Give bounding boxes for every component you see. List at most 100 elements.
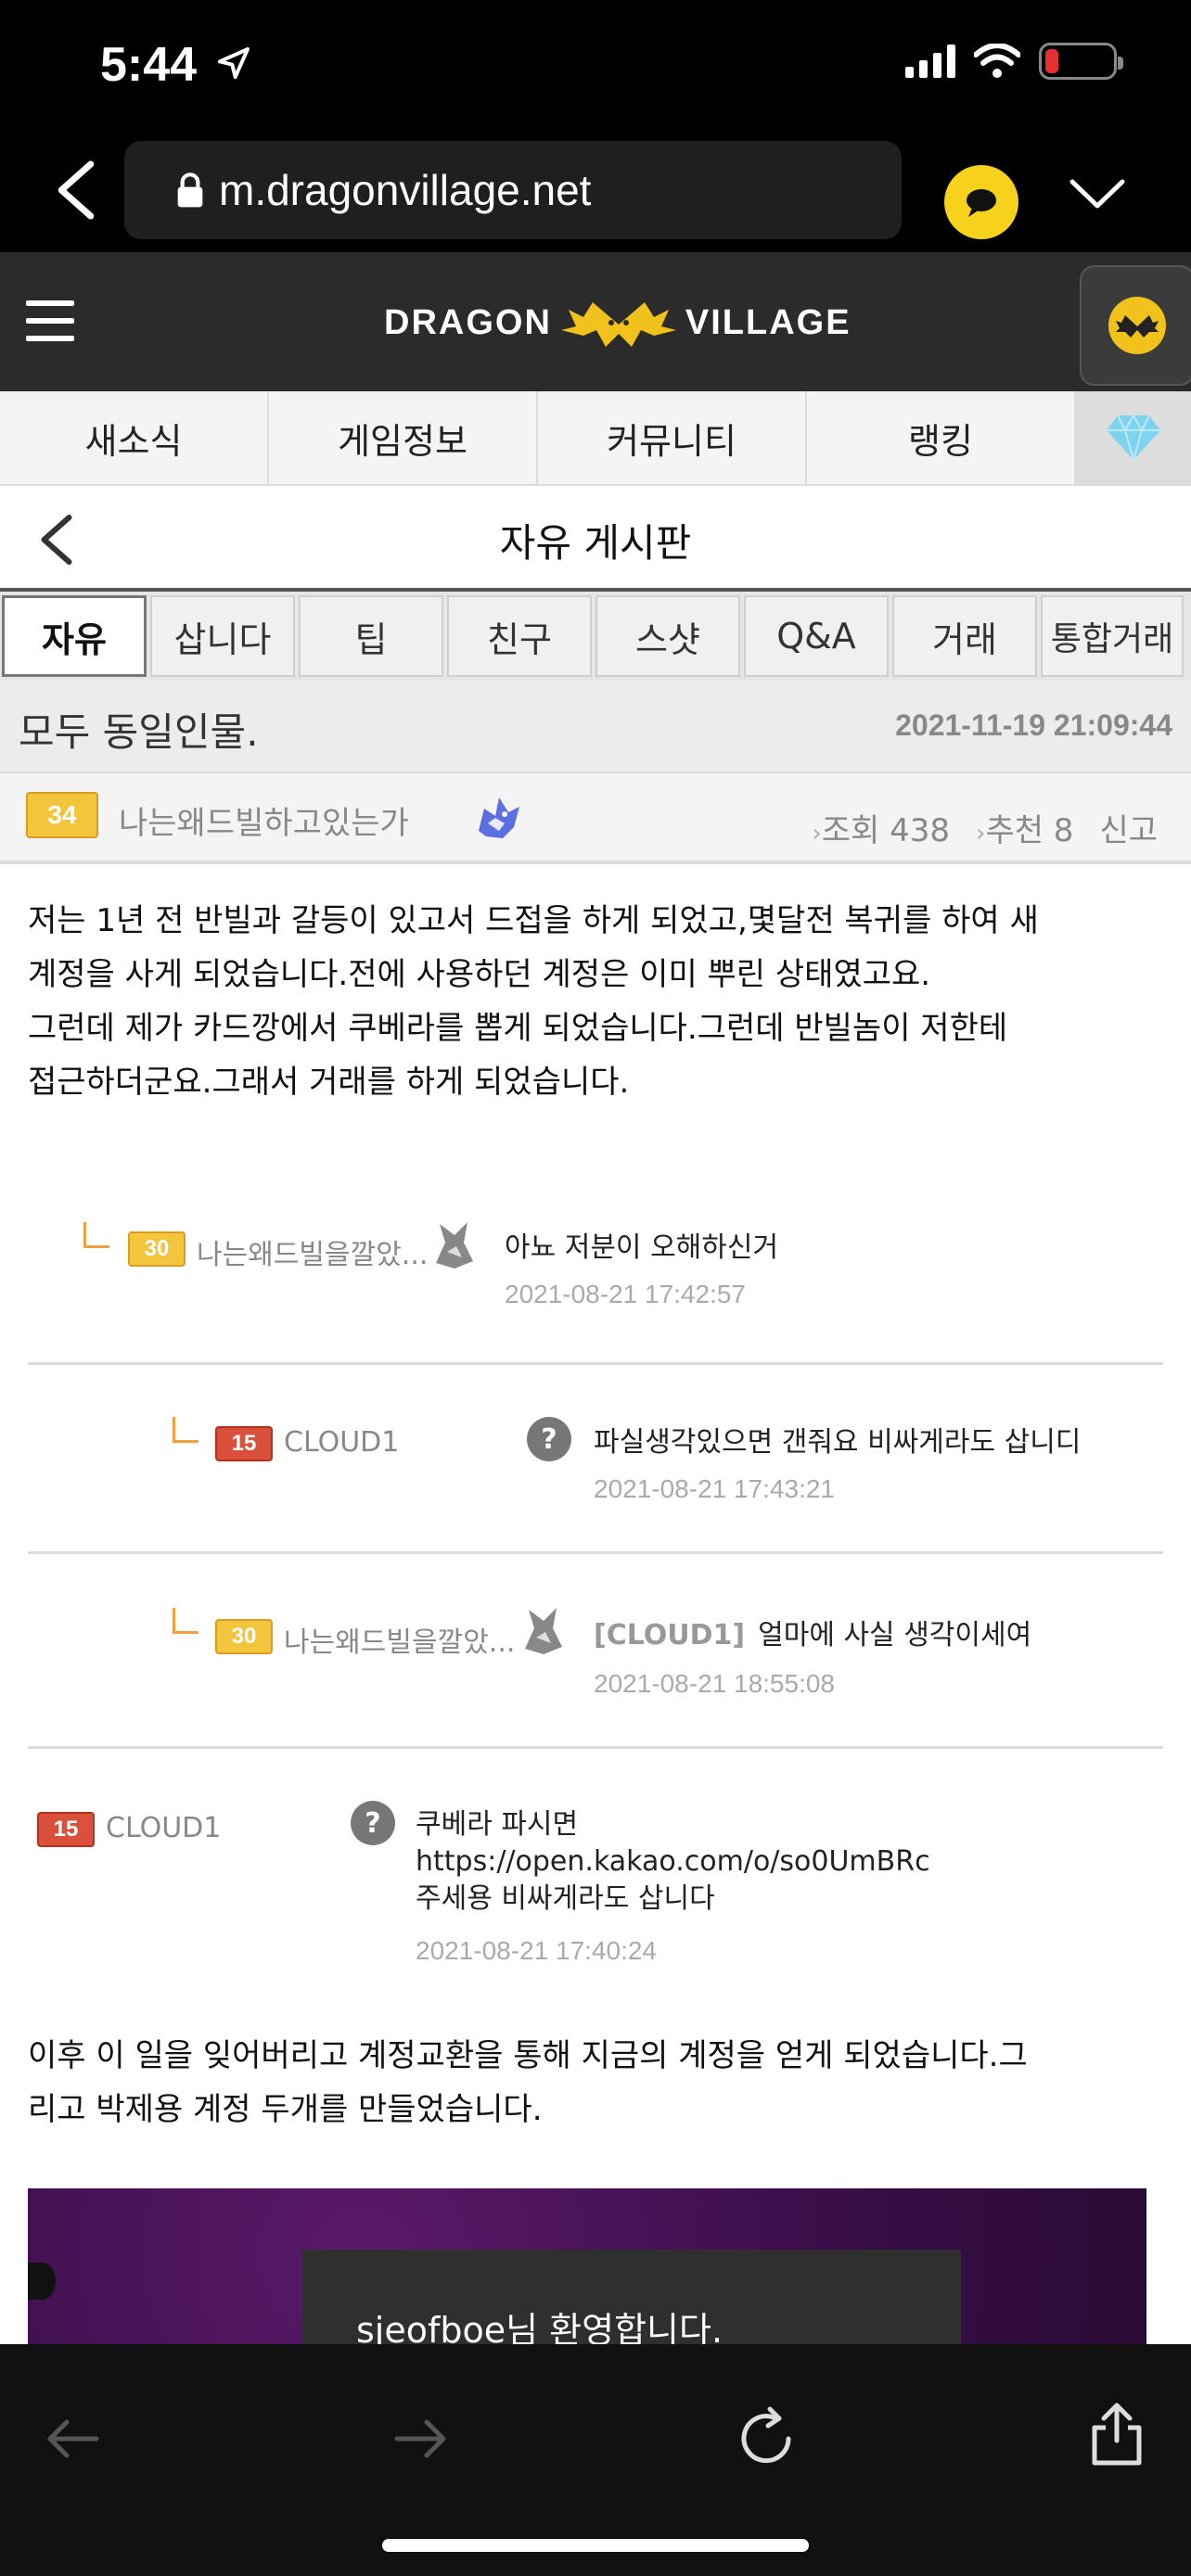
post-body: 저는 1년 전 반빌과 갈등이 있고서 드접을 하게 되었고,몇달전 복귀를 하… <box>28 894 1169 1109</box>
chat-bubble-icon <box>967 189 996 217</box>
comment-level-badge: 30 <box>215 1619 273 1654</box>
reload-icon[interactable] <box>733 2405 800 2472</box>
report-link[interactable]: 신고 <box>1099 805 1158 850</box>
comment-avatar-icon <box>525 1608 562 1654</box>
comment-text: 아뇨 저분이 오해하신거 <box>505 1231 779 1264</box>
back-arrow-icon[interactable] <box>33 512 80 567</box>
diamond-icon <box>1107 414 1160 462</box>
site-header: DRAGON VILLAGE <box>0 252 1191 391</box>
body-line: 계정을 사게 되었습니다.전에 사용하던 계정은 이미 뿌린 상태였고요. <box>28 956 931 993</box>
author-level-badge: 34 <box>26 792 98 838</box>
welcome-box: sjeofboe님 환영합니다. <box>302 2250 961 2346</box>
body-line: 이후 이 일을 잊어버리고 계정교환을 통해 지금의 계정을 얻게 되었습니다.… <box>28 2037 1028 2074</box>
comment-mention: [CLOUD1] <box>594 1619 746 1651</box>
category-tabs: 자유 삽니다 팁 친구 스샷 Q&A 거래 통합거래 <box>0 592 1191 681</box>
reply-arrow-icon <box>83 1222 109 1248</box>
comment-date: 2021-08-21 17:42:57 <box>505 1280 746 1308</box>
tab-buy[interactable]: 삽니다 <box>150 595 295 677</box>
post-stats: 조회 438 추천 8 신고 <box>812 805 1158 850</box>
comment-author: 나는왜드빌을깔았... <box>284 1626 516 1659</box>
wifi-icon <box>974 44 1020 78</box>
status-time: 5:44 <box>100 38 198 92</box>
nav-game-info[interactable]: 게임정보 <box>269 391 538 484</box>
dragon-eye-decoration <box>28 2263 56 2300</box>
comment-text: 파실생각있으면 갠줘요 비싸게라도 삽니디 <box>594 1426 1082 1459</box>
tab-free[interactable]: 자유 <box>2 595 147 677</box>
tab-screenshots[interactable]: 스샷 <box>596 595 740 677</box>
body-line: 리고 박제용 계정 두개를 만들었습니다. <box>28 2091 543 2128</box>
browser-url-bar: m.dragonvillage.net <box>0 130 1191 252</box>
comment-avatar-icon <box>436 1222 473 1269</box>
comment-date: 2021-08-21 17:40:24 <box>416 1936 657 1965</box>
reply-arrow-icon <box>173 1608 198 1634</box>
nav-ranking[interactable]: 랭킹 <box>807 391 1076 484</box>
tab-trade[interactable]: 거래 <box>892 595 1037 677</box>
board-title-bar: 자유 게시판 <box>0 486 1191 592</box>
logo-text-right: VILLAGE <box>685 302 852 342</box>
reply-arrow-icon <box>173 1417 198 1443</box>
status-indicators <box>905 43 1123 80</box>
battery-icon <box>1039 43 1123 80</box>
view-count: 조회 438 <box>812 805 950 850</box>
location-arrow-icon <box>218 47 250 79</box>
status-bar: 5:44 <box>0 0 1191 130</box>
comment-date: 2021-08-21 18:55:08 <box>594 1669 835 1698</box>
comment-author: CLOUD1 <box>284 1426 400 1459</box>
nav-community[interactable]: 커뮤니티 <box>538 391 807 484</box>
post-author[interactable]: 나는왜드빌하고있는가 <box>119 797 409 843</box>
comment-text-body: 얼마에 사실 생각이세여 <box>758 1619 1032 1651</box>
menu-hamburger-icon[interactable] <box>26 300 74 341</box>
body-line: 접근하더군요.그래서 거래를 하게 되었습니다. <box>28 1064 630 1101</box>
post-header: 모두 동일인물. 2021-11-19 21:09:44 <box>0 681 1191 773</box>
tab-friends[interactable]: 친구 <box>447 595 592 677</box>
dragon-wings-icon <box>560 302 676 347</box>
comment-screenshot-1: 30 나는왜드빌을깔았... 아뇨 저분이 오해하신거 2021-08-21 1… <box>28 1196 1163 1365</box>
logo-text-left: DRAGON <box>384 302 552 342</box>
lock-icon <box>177 172 203 208</box>
embedded-game-screenshot: sjeofboe님 환영합니다. <box>28 2188 1146 2346</box>
post-meta: 34 나는왜드빌하고있는가 조회 438 추천 8 신고 <box>0 773 1191 864</box>
comment-author: 나는왜드빌을깔았... <box>197 1239 429 1271</box>
comment-screenshot-3: 30 나는왜드빌을깔았... [CLOUD1] 얼마에 사실 생각이세여 2021… <box>28 1554 1163 1749</box>
chevron-down-icon[interactable] <box>1065 167 1130 223</box>
tab-integrated-trade[interactable]: 통합거래 <box>1041 595 1184 677</box>
body-line: 저는 1년 전 반빌과 갈등이 있고서 드접을 하게 되었고,몇달전 복귀를 하… <box>28 902 1039 939</box>
url-text: m.dragonvillage.net <box>219 166 592 214</box>
dragon-village-logo[interactable]: DRAGON VILLAGE <box>384 293 852 352</box>
comment-screenshot-4: 15 CLOUD1 ? 쿠베라 파시면 https://open.kakao.c… <box>28 1749 1163 1990</box>
comment-text: [CLOUD1] 얼마에 사실 생각이세여 <box>594 1617 1031 1654</box>
share-icon[interactable] <box>1083 2400 1150 2467</box>
profile-button[interactable] <box>1080 265 1191 386</box>
recommend-count[interactable]: 추천 8 <box>976 805 1073 850</box>
comment-line: 쿠베라 파시면 <box>416 1808 579 1841</box>
comment-level-badge: 15 <box>37 1812 95 1847</box>
author-dragon-avatar-icon <box>479 797 519 838</box>
comment-line: 주세용 비싸게라도 삽니다 <box>416 1882 715 1915</box>
toolbar-back-icon[interactable] <box>39 2405 106 2472</box>
tab-tips[interactable]: 팁 <box>299 595 443 677</box>
welcome-text: sjeofboe님 환영합니다. <box>356 2310 724 2346</box>
cellular-signal-icon <box>905 45 955 78</box>
profile-dragon-icon <box>1108 297 1166 354</box>
toolbar-forward-icon[interactable] <box>388 2405 455 2472</box>
comment-level-badge: 15 <box>215 1426 273 1461</box>
comment-date: 2021-08-21 17:43:21 <box>594 1474 835 1503</box>
comment-line: https://open.kakao.com/o/so0UmBRc <box>416 1845 930 1878</box>
nav-news[interactable]: 새소식 <box>0 391 269 484</box>
browser-back-icon[interactable] <box>48 158 104 223</box>
chat-bubble-button[interactable] <box>944 165 1018 239</box>
comment-text: 쿠베라 파시면 https://open.kakao.com/o/so0UmBR… <box>416 1806 930 1918</box>
post-title: 모두 동일인물. <box>19 709 259 755</box>
main-nav: 새소식 게임정보 커뮤니티 랭킹 <box>0 391 1191 486</box>
question-mark-avatar-icon: ? <box>351 1801 395 1845</box>
url-field[interactable]: m.dragonvillage.net <box>124 141 902 239</box>
question-mark-avatar-icon: ? <box>527 1417 571 1461</box>
comment-author: CLOUD1 <box>106 1812 222 1844</box>
comment-screenshot-2: 15 CLOUD1 ? 파실생각있으면 갠줘요 비싸게라도 삽니디 2021-0… <box>28 1365 1163 1554</box>
comment-level-badge: 30 <box>128 1231 186 1267</box>
board-title: 자유 게시판 <box>499 520 692 566</box>
tab-qna[interactable]: Q&A <box>744 595 889 677</box>
nav-shop[interactable] <box>1076 391 1191 484</box>
post-date: 2021-11-19 21:09:44 <box>895 708 1172 742</box>
post-body-continued: 이후 이 일을 잊어버리고 계정교환을 통해 지금의 계정을 얻게 되었습니다.… <box>28 2029 1169 2136</box>
